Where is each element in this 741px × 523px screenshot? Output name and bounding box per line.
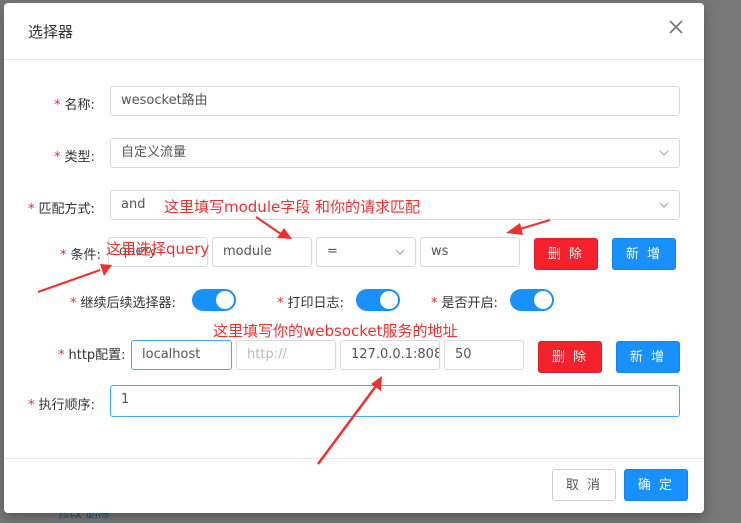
- ok-button[interactable]: 确 定: [624, 469, 688, 501]
- order-label: * 执行顺序:: [28, 398, 95, 413]
- order-input[interactable]: 1: [110, 385, 680, 417]
- http-add-button[interactable]: 新 增: [616, 341, 680, 373]
- match-label: * 匹配方式:: [28, 202, 95, 217]
- name-label: * 名称:: [54, 98, 95, 113]
- chevron-down-icon: [395, 249, 405, 255]
- condition-value-input[interactable]: ws: [420, 237, 520, 267]
- http-host-input[interactable]: localhost: [131, 340, 232, 370]
- type-select[interactable]: 自定义流量: [110, 138, 680, 168]
- annotation-websocket: 这里填写你的websocket服务的地址: [213, 322, 458, 340]
- condition-label: * 条件:: [60, 248, 101, 263]
- toggle-knob: [216, 291, 234, 309]
- print-log-toggle[interactable]: [356, 289, 400, 311]
- annotation-module: 这里填写module字段 和你的请求匹配: [164, 198, 420, 216]
- dialog-header: 选择器: [4, 3, 704, 60]
- toggle-knob: [534, 291, 552, 309]
- condition-delete-button[interactable]: 删 除: [534, 238, 598, 270]
- close-icon[interactable]: [668, 19, 684, 35]
- toggle-knob: [380, 291, 398, 309]
- http-url-input[interactable]: 127.0.0.1:808: [340, 340, 440, 370]
- chevron-down-icon: [659, 202, 669, 208]
- dialog-title: 选择器: [28, 23, 74, 41]
- footer-divider: [4, 458, 704, 459]
- name-input[interactable]: wesocket路由: [110, 86, 680, 116]
- chevron-down-icon: [659, 150, 669, 156]
- type-label: * 类型:: [54, 150, 95, 165]
- condition-add-button[interactable]: 新 增: [612, 238, 676, 270]
- cancel-button[interactable]: 取 消: [552, 469, 616, 501]
- enable-toggle[interactable]: [510, 289, 554, 311]
- condition-operator-select[interactable]: =: [316, 237, 416, 267]
- http-protocol-input[interactable]: http://: [236, 340, 336, 370]
- http-weight-input[interactable]: 50: [444, 340, 524, 370]
- continue-toggle[interactable]: [192, 289, 236, 311]
- continue-label: * 继续后续选择器:: [70, 296, 176, 311]
- http-delete-button[interactable]: 删 除: [538, 341, 602, 373]
- print-log-label: * 打印日志:: [277, 296, 344, 311]
- http-label: * http配置:: [58, 348, 126, 363]
- enable-label: * 是否开启:: [431, 296, 498, 311]
- condition-field-input[interactable]: module: [212, 237, 312, 267]
- annotation-query: 这里选择query: [106, 240, 210, 258]
